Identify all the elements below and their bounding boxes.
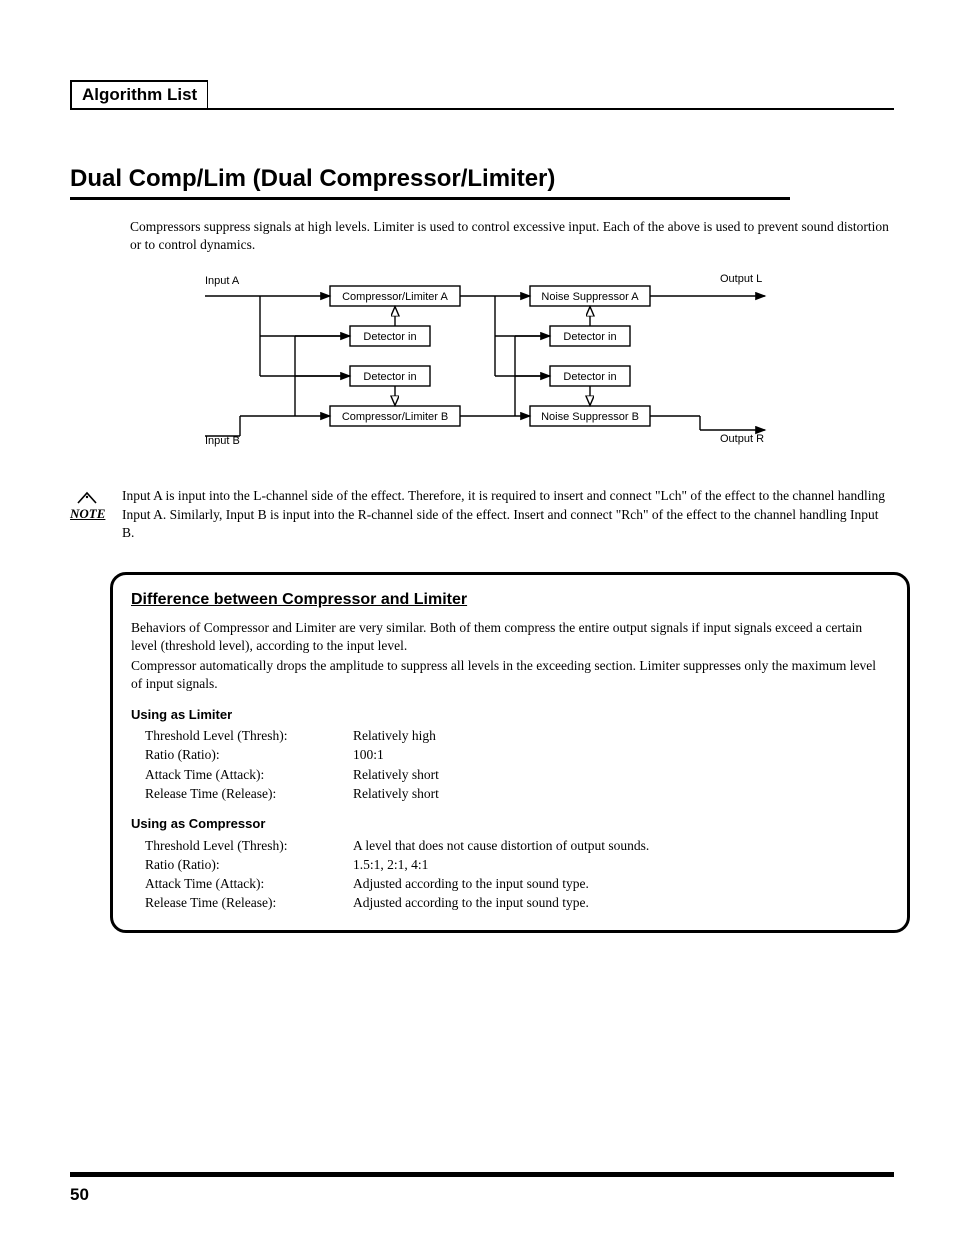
param-val: 100:1	[353, 746, 889, 764]
param-key: Threshold Level (Thresh):	[145, 837, 345, 855]
section-header: Algorithm List	[70, 80, 894, 110]
block-cl-a: Compressor/Limiter A	[342, 291, 448, 303]
block-det-a2: Detector in	[563, 331, 616, 343]
footer-rule	[70, 1172, 894, 1177]
block-det-b2: Detector in	[563, 371, 616, 383]
compressor-params: Threshold Level (Thresh): A level that do…	[145, 837, 889, 913]
param-val: 1.5:1, 2:1, 4:1	[353, 856, 889, 874]
callout-para2: Compressor automatically drops the ampli…	[131, 657, 889, 693]
param-val: Relatively short	[353, 785, 889, 803]
note-icon: NOTE	[70, 491, 104, 522]
intro-text: Compressors suppress signals at high lev…	[130, 218, 890, 254]
title-rule	[70, 197, 790, 200]
page: Algorithm List Dual Comp/Lim (Dual Compr…	[0, 0, 954, 1241]
header-label: Algorithm List	[70, 80, 208, 110]
param-val: Adjusted according to the input sound ty…	[353, 894, 889, 912]
callout-box: Difference between Compressor and Limite…	[110, 572, 910, 933]
compressor-subhead: Using as Compressor	[131, 815, 889, 833]
block-cl-b: Compressor/Limiter B	[342, 411, 448, 423]
param-val: Adjusted according to the input sound ty…	[353, 875, 889, 893]
page-title: Dual Comp/Lim (Dual Compressor/Limiter)	[70, 165, 894, 197]
limiter-params: Threshold Level (Thresh): Relatively high…	[145, 727, 889, 803]
block-det-a1: Detector in	[363, 331, 416, 343]
page-number: 50	[70, 1185, 89, 1205]
block-det-b1: Detector in	[363, 371, 416, 383]
param-val: A level that does not cause distortion o…	[353, 837, 889, 855]
param-key: Attack Time (Attack):	[145, 875, 345, 893]
label-output-l: Output L	[720, 273, 762, 285]
header-rule	[208, 80, 894, 110]
signal-flow-diagram: Compressor/Limiter A Noise Suppressor A …	[200, 272, 894, 457]
param-val: Relatively high	[353, 727, 889, 745]
callout-heading: Difference between Compressor and Limite…	[131, 589, 889, 611]
param-key: Ratio (Ratio):	[145, 746, 345, 764]
block-ns-a: Noise Suppressor A	[541, 291, 639, 303]
label-input-a: Input A	[205, 275, 240, 287]
param-key: Release Time (Release):	[145, 785, 345, 803]
param-key: Threshold Level (Thresh):	[145, 727, 345, 745]
note-block: NOTE Input A is input into the L-channel…	[70, 487, 894, 542]
limiter-subhead: Using as Limiter	[131, 706, 889, 724]
param-key: Release Time (Release):	[145, 894, 345, 912]
block-ns-b: Noise Suppressor B	[541, 411, 639, 423]
label-input-b: Input B	[205, 435, 240, 447]
param-key: Attack Time (Attack):	[145, 766, 345, 784]
note-label: NOTE	[70, 506, 105, 521]
param-val: Relatively short	[353, 766, 889, 784]
param-key: Ratio (Ratio):	[145, 856, 345, 874]
callout-para1: Behaviors of Compressor and Limiter are …	[131, 619, 889, 655]
note-text: Input A is input into the L-channel side…	[122, 487, 887, 542]
label-output-r: Output R	[720, 433, 764, 445]
